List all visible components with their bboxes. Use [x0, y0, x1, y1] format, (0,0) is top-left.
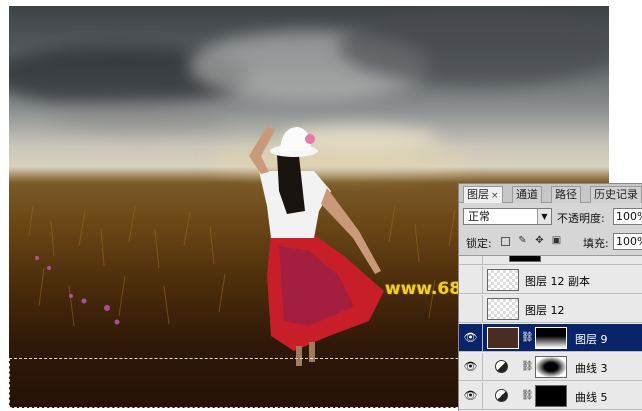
adjustment-layer-icon	[495, 389, 508, 402]
visibility-toggle[interactable]	[459, 295, 483, 322]
chain-link-icon[interactable]: ⛓	[521, 361, 534, 372]
layer-row-curves-3[interactable]: 👁 ⛓ 曲线 3	[459, 353, 642, 381]
tab-channels-label: 通道	[516, 188, 538, 201]
photoshop-workspace: www.68ps.com 图层× 通道 路径 历史记录 正常 ▼ 不透明度: 1…	[0, 0, 642, 411]
tab-history[interactable]: 历史记录	[590, 186, 642, 203]
layers-list: 图层 12 副本 图层 12 👁 ⛓ 图层 9 👁 ⛓ 曲线 3 👁 ⛓ 曲线 …	[459, 255, 642, 411]
layer-thumbnail	[487, 298, 519, 320]
adjustment-layer-icon	[495, 360, 508, 373]
layers-panel: 图层× 通道 路径 历史记录 正常 ▼ 不透明度: 100% 锁定: ✎ ✥ ▣…	[458, 183, 642, 411]
layer-name: 曲线 5	[575, 391, 608, 404]
lock-label: 锁定:	[466, 237, 492, 250]
tab-paths[interactable]: 路径	[551, 186, 581, 203]
layer-name: 曲线 3	[575, 362, 608, 375]
layer-row-partial[interactable]	[459, 256, 642, 265]
eye-icon[interactable]: 👁	[459, 382, 483, 409]
close-icon[interactable]: ×	[491, 191, 499, 201]
layer-row-12[interactable]: 图层 12	[459, 295, 642, 323]
visibility-toggle[interactable]	[459, 266, 483, 293]
tab-paths-label: 路径	[555, 188, 577, 201]
chain-link-icon[interactable]: ⛓	[521, 332, 534, 343]
layer-name: 图层 12 副本	[525, 275, 590, 288]
blend-mode-select[interactable]: 正常 ▼	[463, 208, 552, 225]
tab-history-label: 历史记录	[594, 188, 638, 201]
chain-link-icon[interactable]: ⛓	[521, 390, 534, 401]
fill-input[interactable]: 100%	[613, 233, 642, 250]
lock-brush-icon[interactable]: ✎	[517, 235, 528, 247]
chevron-down-icon[interactable]: ▼	[537, 209, 551, 224]
lock-fill-row: 锁定: ✎ ✥ ▣ 填充: 100%	[459, 232, 642, 252]
lock-all-icon[interactable]: ▣	[551, 235, 562, 247]
layer-thumbnail	[487, 327, 519, 349]
layer-name: 图层 12	[525, 304, 565, 317]
blend-mode-value: 正常	[468, 210, 490, 223]
tab-channels[interactable]: 通道	[512, 186, 542, 203]
layer-mask-thumbnail[interactable]	[535, 385, 567, 407]
eye-icon[interactable]: 👁	[459, 353, 483, 380]
opacity-input[interactable]: 100%	[613, 208, 642, 225]
layer-mask-thumbnail[interactable]	[535, 327, 567, 349]
layer-mask-thumbnail[interactable]	[535, 356, 567, 378]
opacity-label: 不透明度:	[557, 212, 605, 225]
layer-thumbnail	[487, 269, 519, 291]
visibility-toggle[interactable]	[459, 256, 483, 264]
eye-icon[interactable]: 👁	[459, 324, 483, 351]
layer-row-12-copy[interactable]: 图层 12 副本	[459, 266, 642, 294]
blend-opacity-row: 正常 ▼ 不透明度: 100%	[459, 206, 642, 228]
tab-layers[interactable]: 图层 ×	[463, 186, 503, 203]
lock-move-icon[interactable]: ✥	[534, 235, 545, 247]
layer-row-9[interactable]: 👁 ⛓ 图层 9	[459, 324, 642, 352]
layer-thumbnail	[509, 256, 541, 262]
fill-label: 填充:	[583, 237, 609, 250]
layer-name: 图层 9	[575, 333, 608, 346]
panel-tabs: 图层 × 通道 路径 历史记录	[459, 184, 642, 203]
layer-row-curves-5[interactable]: 👁 ⛓ 曲线 5	[459, 382, 642, 410]
tab-layers-label: 图层	[467, 188, 489, 201]
lock-transparency-icon[interactable]	[501, 237, 510, 246]
